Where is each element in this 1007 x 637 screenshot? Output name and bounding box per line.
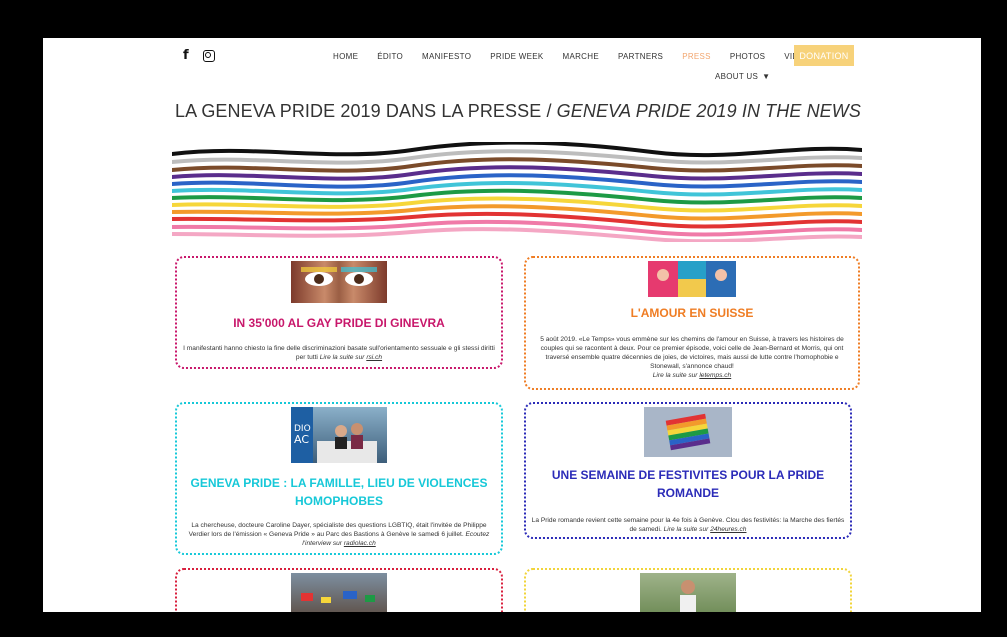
- source-link[interactable]: letemps.ch: [699, 372, 731, 379]
- page-title-en: GENEVA PRIDE 2019 IN THE NEWS: [556, 101, 861, 121]
- facebook-icon[interactable]: f: [183, 48, 189, 63]
- read-more-label: Lire la suite sur: [663, 526, 709, 533]
- card-title[interactable]: UNE SEMAINE DE FESTIVITES POUR LA PRIDE …: [526, 466, 850, 502]
- caret-down-icon: ▼: [762, 72, 771, 81]
- nav-edito[interactable]: ÉDITO: [377, 52, 403, 61]
- card-text: La Pride romande revient cette semaine p…: [530, 516, 846, 534]
- about-us-label: ABOUT US: [715, 72, 759, 81]
- article-thumbnail: DIO AC: [291, 407, 387, 463]
- card-text: La chercheuse, docteure Caroline Dayer, …: [181, 521, 497, 548]
- about-us-menu[interactable]: ABOUT US ▼: [715, 72, 770, 81]
- card-title[interactable]: IN 35'000 AL GAY PRIDE DI GINEVRA: [177, 314, 501, 332]
- card-body: 5 août 2019. «Le Temps» vous emmène sur …: [540, 336, 844, 370]
- nav-pride-week[interactable]: PRIDE WEEK: [490, 52, 543, 61]
- page-content: f HOME ÉDITO MANIFESTO PRIDE WEEK MARCHE…: [43, 38, 981, 612]
- rainbow-waves-illustration: [172, 142, 862, 242]
- card-title[interactable]: L'AMOUR EN SUISSE: [526, 304, 858, 322]
- article-thumbnail: [648, 261, 736, 297]
- page-title-fr: LA GENEVA PRIDE 2019 DANS LA PRESSE /: [175, 101, 557, 121]
- source-link[interactable]: 24heures.ch: [710, 526, 746, 533]
- rainbow-eye-image: [301, 267, 377, 286]
- page-title: LA GENEVA PRIDE 2019 DANS LA PRESSE / GE…: [175, 101, 861, 122]
- donation-button[interactable]: DONATION: [794, 45, 854, 66]
- read-more-label: Lire la suite sur: [652, 372, 698, 379]
- svg-text:AC: AC: [294, 433, 309, 446]
- article-thumbnail: [291, 261, 387, 303]
- nav-press[interactable]: PRESS: [682, 52, 711, 61]
- pride-march-crowd-image: [301, 591, 375, 603]
- nav-marche[interactable]: MARCHE: [562, 52, 598, 61]
- nav-partners[interactable]: PARTNERS: [618, 52, 663, 61]
- nav-photos[interactable]: PHOTOS: [730, 52, 765, 61]
- article-thumbnail: [640, 573, 736, 612]
- card-text: I manifestanti hanno chiesto la fine del…: [181, 344, 497, 362]
- card-title[interactable]: GENEVA PRIDE : LA FAMILLE, LIEU DE VIOLE…: [177, 474, 501, 510]
- press-card[interactable]: IN 35'000 AL GAY PRIDE DI GINEVRA I mani…: [175, 256, 503, 369]
- source-link[interactable]: radiolac.ch: [344, 540, 376, 547]
- card-body: La chercheuse, docteure Caroline Dayer, …: [188, 522, 487, 538]
- card-text: 5 août 2019. «Le Temps» vous emmène sur …: [530, 335, 854, 380]
- collage-image: [648, 261, 736, 297]
- read-more-label: Lire la suite sur: [319, 354, 365, 361]
- main-nav: HOME ÉDITO MANIFESTO PRIDE WEEK MARCHE P…: [333, 52, 835, 61]
- source-link[interactable]: rsi.ch: [366, 354, 382, 361]
- press-card[interactable]: [175, 568, 503, 612]
- rainbow-flag-image: [665, 413, 711, 451]
- article-thumbnail: [291, 573, 387, 612]
- nav-manifesto[interactable]: MANIFESTO: [422, 52, 471, 61]
- press-card[interactable]: DIO AC GENEVA PRIDE : LA FAMILLE, LIEU D…: [175, 402, 503, 555]
- press-card[interactable]: UNE SEMAINE DE FESTIVITES POUR LA PRIDE …: [524, 402, 852, 539]
- person-outdoors-image: [680, 580, 696, 612]
- nav-home[interactable]: HOME: [333, 52, 358, 61]
- article-thumbnail: [644, 407, 732, 457]
- social-links: f: [183, 48, 215, 63]
- radio-interview-image: DIO AC: [291, 407, 377, 463]
- press-card[interactable]: L'AMOUR EN SUISSE 5 août 2019. «Le Temps…: [524, 256, 860, 390]
- press-card[interactable]: [524, 568, 852, 612]
- instagram-icon[interactable]: [202, 49, 215, 62]
